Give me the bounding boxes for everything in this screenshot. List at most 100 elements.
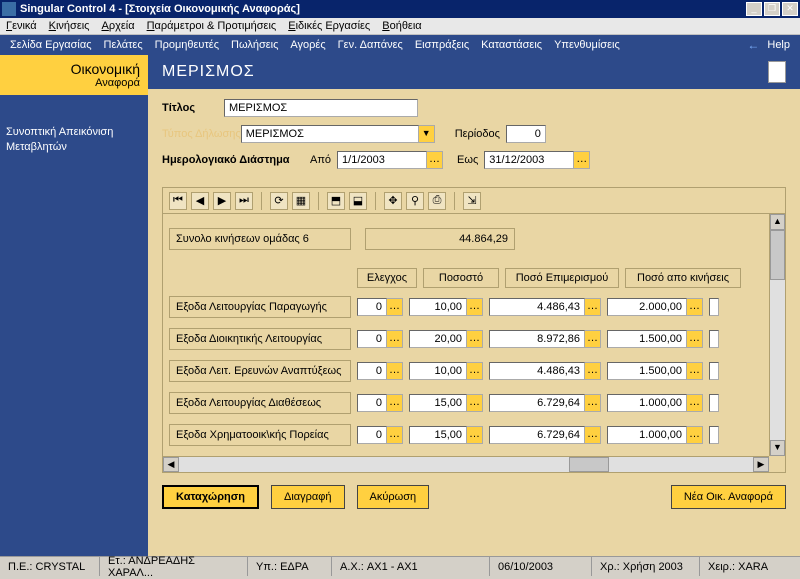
- save-button[interactable]: Καταχώρηση: [162, 485, 259, 509]
- search-icon[interactable]: ⚲: [406, 192, 424, 210]
- scroll-up-icon[interactable]: ▲: [770, 214, 785, 230]
- check-input[interactable]: [357, 394, 387, 412]
- check-picker-icon[interactable]: [387, 362, 403, 380]
- check-input[interactable]: [357, 330, 387, 348]
- mov-cell[interactable]: [607, 298, 703, 316]
- check-cell[interactable]: [357, 426, 403, 444]
- next-record-icon[interactable]: ▶: [213, 192, 231, 210]
- alloc-picker-icon[interactable]: [585, 298, 601, 316]
- row-tail-input[interactable]: [709, 330, 719, 348]
- mov-input[interactable]: [607, 362, 687, 380]
- menu-help[interactable]: Βοήθεια: [382, 20, 421, 32]
- nav-customers[interactable]: Πελάτες: [104, 39, 143, 51]
- row-tail-input[interactable]: [709, 298, 719, 316]
- pct-cell[interactable]: [409, 394, 483, 412]
- mov-picker-icon[interactable]: [687, 298, 703, 316]
- alloc-picker-icon[interactable]: [585, 330, 601, 348]
- scroll-left-icon[interactable]: ◀: [163, 457, 179, 472]
- date-from-field[interactable]: [337, 151, 443, 169]
- horizontal-scrollbar[interactable]: ◀ ▶: [163, 456, 769, 472]
- alloc-input[interactable]: [489, 426, 585, 444]
- mov-cell[interactable]: [607, 426, 703, 444]
- sidebar-link-summary[interactable]: Συνοπτική Απεικόνιση Μεταβλητών: [6, 126, 113, 153]
- nav-expenses[interactable]: Γεν. Δαπάνες: [338, 39, 403, 51]
- alloc-cell[interactable]: [489, 330, 601, 348]
- alloc-input[interactable]: [489, 298, 585, 316]
- mov-picker-icon[interactable]: [687, 330, 703, 348]
- restore-button[interactable]: ❐: [764, 2, 780, 16]
- alloc-input[interactable]: [489, 330, 585, 348]
- check-picker-icon[interactable]: [387, 426, 403, 444]
- scroll-right-icon[interactable]: ▶: [753, 457, 769, 472]
- mov-picker-icon[interactable]: [687, 362, 703, 380]
- nav-sales[interactable]: Πωλήσεις: [231, 39, 278, 51]
- delete-button[interactable]: Διαγραφή: [271, 485, 345, 509]
- last-record-icon[interactable]: ⏭: [235, 192, 253, 210]
- pct-picker-icon[interactable]: [467, 362, 483, 380]
- mov-input[interactable]: [607, 394, 687, 412]
- check-cell[interactable]: [357, 362, 403, 380]
- close-button[interactable]: ✕: [782, 2, 798, 16]
- scroll-down-icon[interactable]: ▼: [770, 440, 785, 456]
- pct-cell[interactable]: [409, 362, 483, 380]
- chevron-down-icon[interactable]: [419, 125, 435, 143]
- view2-icon[interactable]: ⬓: [349, 192, 367, 210]
- export-icon[interactable]: ⇲: [463, 192, 481, 210]
- title-input[interactable]: [224, 99, 418, 117]
- check-cell[interactable]: [357, 330, 403, 348]
- first-record-icon[interactable]: ⏮: [169, 192, 187, 210]
- date-to-field[interactable]: [484, 151, 590, 169]
- mov-input[interactable]: [607, 330, 687, 348]
- decl-type-input[interactable]: [241, 125, 419, 143]
- alloc-cell[interactable]: [489, 394, 601, 412]
- period-input[interactable]: [506, 125, 546, 143]
- menu-movements[interactable]: Κινήσεις: [49, 20, 90, 32]
- hscroll-thumb[interactable]: [569, 457, 609, 472]
- view1-icon[interactable]: ⬒: [327, 192, 345, 210]
- alloc-input[interactable]: [489, 362, 585, 380]
- check-input[interactable]: [357, 298, 387, 316]
- pct-input[interactable]: [409, 426, 467, 444]
- nav-reports[interactable]: Καταστάσεις: [481, 39, 542, 51]
- mov-picker-icon[interactable]: [687, 426, 703, 444]
- pct-cell[interactable]: [409, 298, 483, 316]
- pct-picker-icon[interactable]: [467, 298, 483, 316]
- mov-cell[interactable]: [607, 362, 703, 380]
- page-icon[interactable]: [768, 61, 786, 83]
- pct-input[interactable]: [409, 330, 467, 348]
- check-cell[interactable]: [357, 394, 403, 412]
- refresh-icon[interactable]: ⟳: [270, 192, 288, 210]
- new-report-button[interactable]: Νέα Οικ. Αναφορά: [671, 485, 786, 509]
- tool-icon[interactable]: ✥: [384, 192, 402, 210]
- alloc-input[interactable]: [489, 394, 585, 412]
- alloc-picker-icon[interactable]: [585, 426, 601, 444]
- date-to-picker-icon[interactable]: [574, 151, 590, 169]
- pct-cell[interactable]: [409, 330, 483, 348]
- pct-input[interactable]: [409, 362, 467, 380]
- mov-picker-icon[interactable]: [687, 394, 703, 412]
- print-icon[interactable]: ⎙: [428, 192, 446, 210]
- date-from-input[interactable]: [337, 151, 427, 169]
- pct-picker-icon[interactable]: [467, 394, 483, 412]
- date-to-input[interactable]: [484, 151, 574, 169]
- mov-cell[interactable]: [607, 394, 703, 412]
- menu-params[interactable]: Παράμετροι & Προτιμήσεις: [147, 20, 277, 32]
- menu-files[interactable]: Αρχεία: [101, 20, 134, 32]
- row-tail-input[interactable]: [709, 426, 719, 444]
- row-tail-input[interactable]: [709, 362, 719, 380]
- alloc-cell[interactable]: [489, 426, 601, 444]
- vertical-scrollbar[interactable]: ▲ ▼: [769, 214, 785, 456]
- row-tail-input[interactable]: [709, 394, 719, 412]
- alloc-cell[interactable]: [489, 362, 601, 380]
- nav-workpage[interactable]: Σελίδα Εργασίας: [10, 39, 92, 51]
- nav-purchases[interactable]: Αγορές: [290, 39, 325, 51]
- check-cell[interactable]: [357, 298, 403, 316]
- alloc-picker-icon[interactable]: [585, 394, 601, 412]
- decl-type-combo[interactable]: [241, 125, 435, 143]
- check-input[interactable]: [357, 362, 387, 380]
- vscroll-thumb[interactable]: [770, 230, 785, 280]
- check-picker-icon[interactable]: [387, 394, 403, 412]
- alloc-picker-icon[interactable]: [585, 362, 601, 380]
- pct-picker-icon[interactable]: [467, 330, 483, 348]
- cancel-button[interactable]: Ακύρωση: [357, 485, 430, 509]
